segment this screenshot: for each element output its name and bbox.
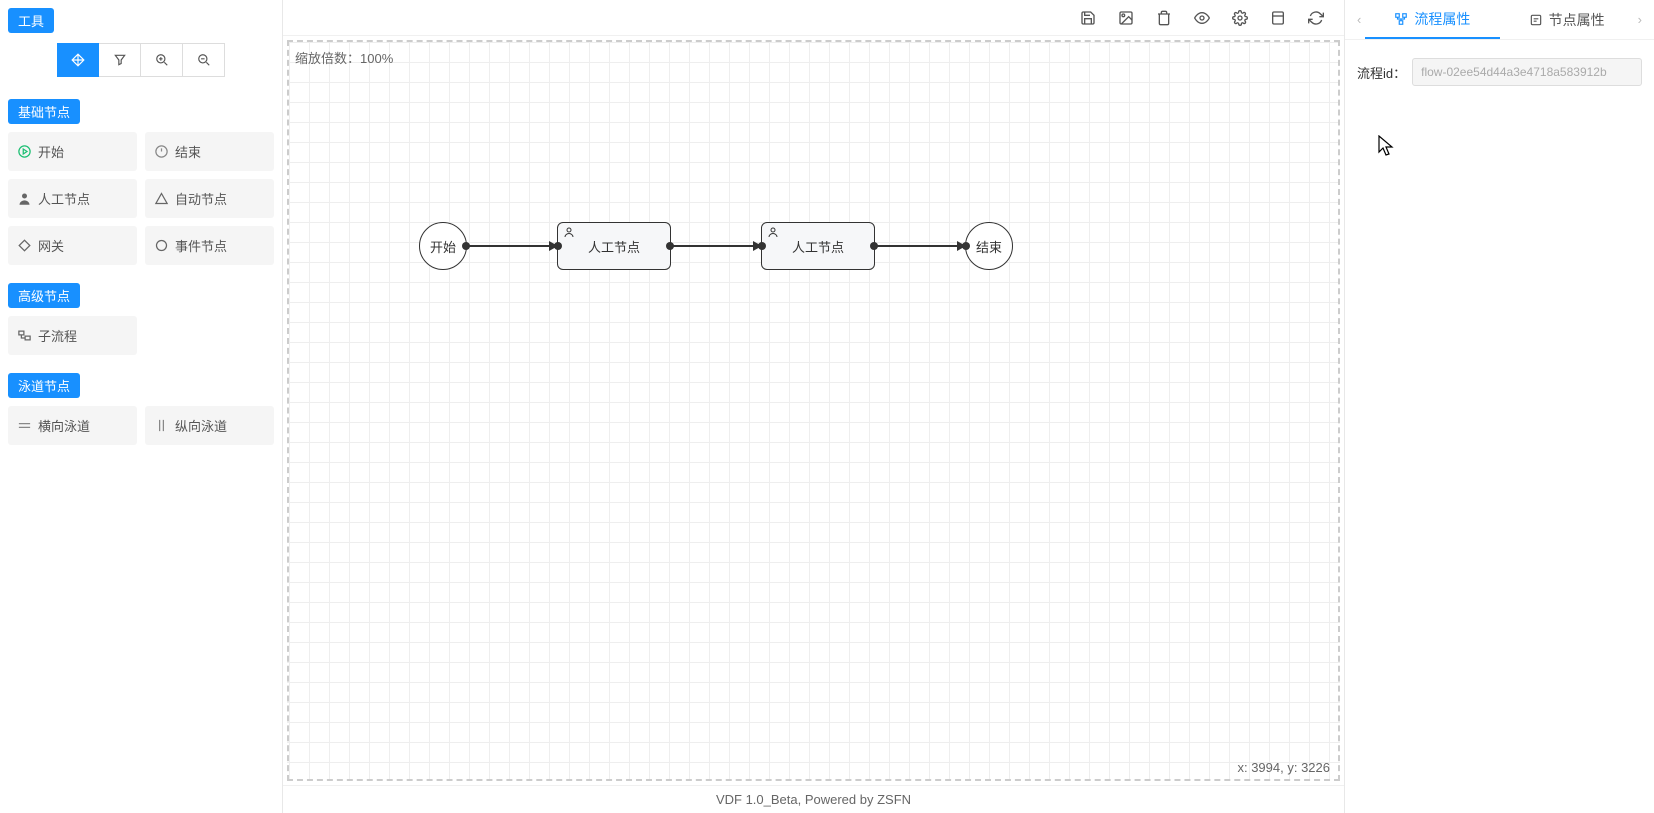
user-icon [563,226,575,238]
tab-label: 流程属性 [1414,9,1470,29]
palette-item-label: 网关 [38,236,64,255]
palette-event-node[interactable]: 事件节点 [145,226,274,265]
preview-button[interactable] [1194,10,1210,26]
port-icon[interactable] [758,242,766,250]
triangle-icon [153,191,169,207]
footer: VDF 1.0_Beta, Powered by ZSFN [283,785,1344,813]
palette-item-label: 横向泳道 [38,416,90,435]
palette-gateway-node[interactable]: 网关 [8,226,137,265]
tools-badge: 工具 [8,8,54,33]
flow-edge[interactable] [671,245,761,247]
flow-id-input [1412,58,1642,86]
palette-start-node[interactable]: 开始 [8,132,137,171]
save-button[interactable] [1080,10,1096,26]
flow-task-node[interactable]: 人工节点 [761,222,875,270]
flow-canvas[interactable]: 缩放倍数：100% x: 3994, y: 3226 开始 人工节点 [287,40,1340,781]
sidebar: 工具 基础节点 开始 结束 [0,0,283,813]
canvas-area: 缩放倍数：100% x: 3994, y: 3226 开始 人工节点 [283,0,1344,813]
coordinate-indicator: x: 3994, y: 3226 [1237,760,1330,775]
user-icon [16,191,32,207]
flow-end-node[interactable]: 结束 [965,222,1013,270]
palette-end-node[interactable]: 结束 [145,132,274,171]
palette-item-label: 纵向泳道 [175,416,227,435]
flow-edge[interactable] [467,245,557,247]
zoom-out-icon [197,53,211,67]
refresh-button[interactable] [1308,10,1324,26]
tabs-next-button[interactable]: › [1634,12,1646,27]
move-icon [71,53,85,67]
palette-item-label: 自动节点 [175,189,227,208]
flow-edge[interactable] [875,245,965,247]
power-icon [153,144,169,160]
palette-item-label: 事件节点 [175,236,227,255]
flow-icon [1394,12,1408,26]
play-circle-icon [16,144,32,160]
diamond-icon [16,238,32,254]
settings-button[interactable] [1232,10,1248,26]
filter-tool-button[interactable] [99,43,141,77]
move-tool-button[interactable] [57,43,99,77]
delete-button[interactable] [1156,10,1172,26]
panel-button[interactable] [1270,10,1286,26]
horizontal-lane-icon [16,418,32,434]
zoom-in-icon [155,53,169,67]
advanced-nodes-header: 高级节点 [8,283,80,308]
palette-vertical-lane[interactable]: 纵向泳道 [145,406,274,445]
zoom-out-button[interactable] [183,43,225,77]
port-icon[interactable] [554,242,562,250]
node-label: 结束 [976,237,1002,256]
properties-panel: ‹ 流程属性 节点属性 › 流程id： [1344,0,1654,813]
node-label: 人工节点 [792,237,844,256]
user-icon [767,226,779,238]
port-icon[interactable] [962,242,970,250]
palette-auto-node[interactable]: 自动节点 [145,179,274,218]
basic-nodes-header: 基础节点 [8,99,80,124]
palette-item-label: 子流程 [38,326,77,345]
tab-flow-properties[interactable]: 流程属性 [1365,0,1499,39]
vertical-lane-icon [153,418,169,434]
subflow-icon [16,328,32,344]
canvas-toolbar [283,0,1344,36]
flow-id-label: 流程id： [1357,63,1406,82]
flow-start-node[interactable]: 开始 [419,222,467,270]
tabs-prev-button[interactable]: ‹ [1353,12,1365,27]
tab-label: 节点属性 [1549,10,1605,30]
palette-horizontal-lane[interactable]: 横向泳道 [8,406,137,445]
node-icon [1529,13,1543,27]
palette-item-label: 结束 [175,142,201,161]
image-button[interactable] [1118,10,1134,26]
zoom-in-button[interactable] [141,43,183,77]
palette-subprocess-node[interactable]: 子流程 [8,316,137,355]
palette-item-label: 人工节点 [38,189,90,208]
circle-icon [153,238,169,254]
tab-node-properties[interactable]: 节点属性 [1500,0,1634,39]
tool-mode-buttons [8,43,274,77]
palette-item-label: 开始 [38,142,64,161]
palette-human-node[interactable]: 人工节点 [8,179,137,218]
node-label: 开始 [430,237,456,256]
lane-nodes-header: 泳道节点 [8,373,80,398]
filter-icon [113,53,127,67]
zoom-indicator: 缩放倍数：100% [295,48,393,67]
flow-task-node[interactable]: 人工节点 [557,222,671,270]
node-label: 人工节点 [588,237,640,256]
